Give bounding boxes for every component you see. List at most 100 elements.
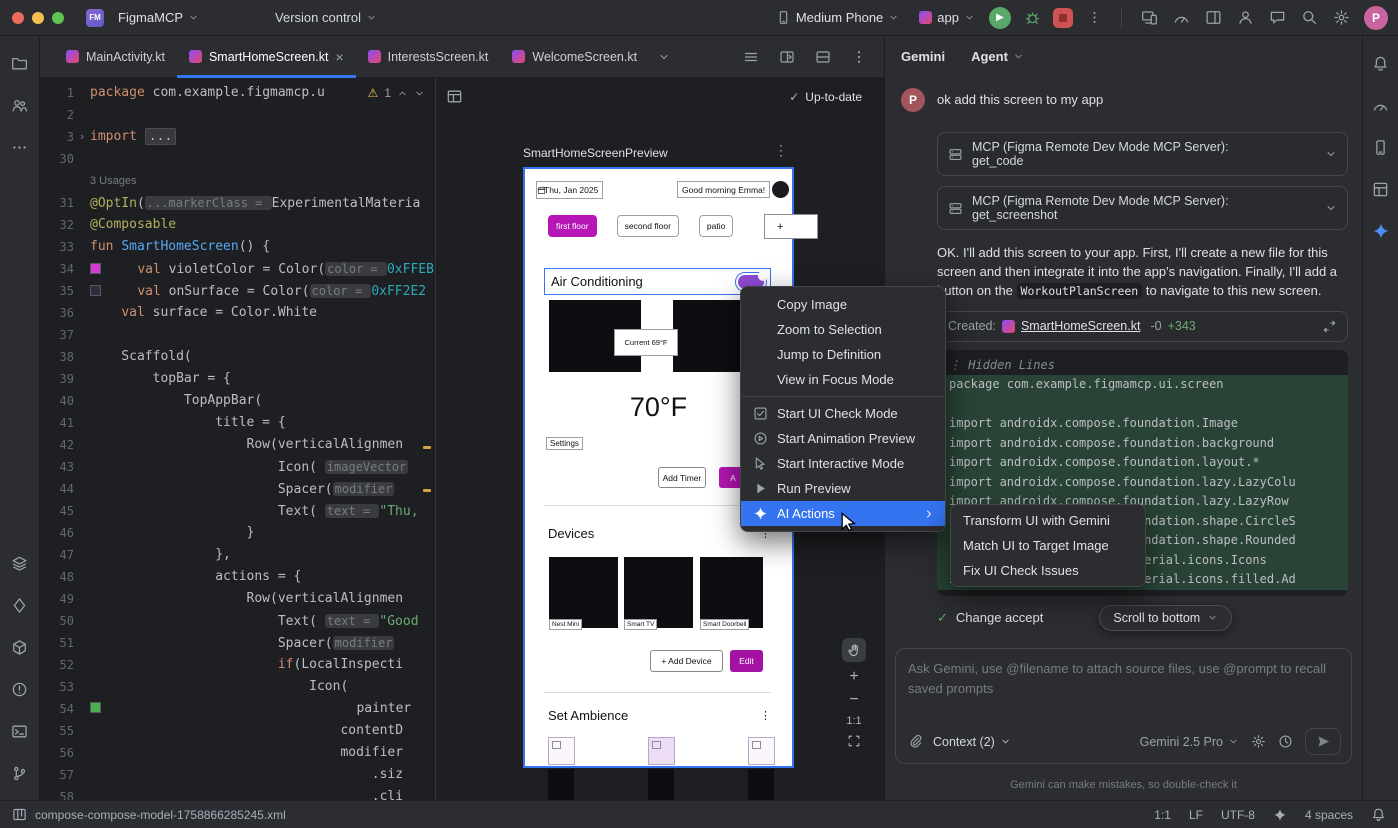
ambience-card[interactable] (648, 737, 675, 765)
device-tile[interactable] (624, 557, 693, 628)
more-h-icon[interactable] (7, 134, 33, 160)
profile-avatar-dot[interactable] (772, 181, 789, 198)
bell-icon[interactable] (1368, 50, 1394, 76)
menu-item-Jump to Definition[interactable]: Jump to Definition (741, 342, 945, 367)
project-selector[interactable]: FigmaMCP (112, 6, 205, 29)
scroll-to-bottom-button[interactable]: Scroll to bottom (1099, 605, 1232, 631)
notifications-icon[interactable] (1371, 807, 1386, 822)
account-icon[interactable] (1232, 5, 1258, 31)
split-right-icon[interactable] (774, 44, 800, 70)
color-swatch-icon[interactable] (90, 263, 101, 274)
zoom-ratio[interactable]: 1:1 (846, 715, 861, 727)
menu-item-Zoom to Selection[interactable]: Zoom to Selection (741, 317, 945, 342)
list-icon[interactable] (738, 44, 764, 70)
device-tile[interactable] (549, 557, 618, 628)
more-v-icon[interactable] (846, 44, 872, 70)
gear-icon[interactable] (1328, 5, 1354, 31)
code-editor[interactable]: 1package com.example.figmamcp.u23›import… (40, 78, 435, 800)
layout-cols-icon[interactable] (1200, 5, 1226, 31)
gemini-star-icon[interactable] (1368, 218, 1394, 244)
tool-call-card[interactable]: MCP (Figma Remote Dev Mode MCP Server): … (937, 186, 1348, 230)
expand-icon[interactable] (1325, 202, 1337, 214)
statusbar-encoding[interactable]: UTF-8 (1221, 808, 1255, 822)
vcs-icon[interactable] (7, 760, 33, 786)
more-actions-icon[interactable] (1081, 5, 1107, 31)
inspection-widget[interactable]: ⚠ 1 (368, 86, 425, 100)
fold-arrow-icon[interactable]: › (74, 126, 90, 148)
statusbar-line-ending[interactable]: LF (1189, 808, 1203, 822)
build-icon[interactable] (7, 634, 33, 660)
user-avatar[interactable]: P (1364, 6, 1388, 30)
model-selector[interactable]: Gemini 2.5 Pro (1140, 735, 1239, 749)
zoom-in-button[interactable]: + (849, 669, 858, 685)
menu-item-Run Preview[interactable]: Run Preview (741, 476, 945, 501)
warning-stripe-mark[interactable] (423, 446, 431, 449)
edit-button[interactable]: Edit (730, 650, 763, 672)
tool-call-card[interactable]: MCP (Figma Remote Dev Mode MCP Server): … (937, 132, 1348, 176)
gemini-settings-icon[interactable] (1251, 734, 1266, 749)
menu-item-Start UI Check Mode[interactable]: Start UI Check Mode (741, 401, 945, 426)
expand-icon[interactable] (1325, 148, 1337, 160)
gemini-prompt-input[interactable]: Ask Gemini, use @filename to attach sour… (908, 659, 1339, 698)
device-explorer-icon[interactable] (1368, 134, 1394, 160)
tab-InterestsScreen.kt[interactable]: InterestsScreen.kt (356, 36, 501, 77)
ambience-card[interactable] (748, 737, 775, 765)
submenu-item-Match UI to Target Image[interactable]: Match UI to Target Image (951, 533, 1145, 558)
menu-item-Start Animation Preview[interactable]: Start Animation Preview (741, 426, 945, 451)
vcs-widget[interactable]: Version control (269, 6, 383, 29)
layout-inspector-icon[interactable] (1368, 176, 1394, 202)
preview-layout-icon[interactable] (446, 88, 463, 105)
project-icon[interactable] (7, 50, 33, 76)
floor-chip[interactable]: second floor (617, 215, 679, 237)
air-conditioning-header[interactable]: Air Conditioning (544, 268, 771, 295)
pan-hand-icon[interactable] (842, 638, 866, 662)
maximize-window-icon[interactable] (52, 12, 64, 24)
tab-SmartHomeScreen.kt[interactable]: SmartHomeScreen.kt× (177, 36, 356, 77)
created-file-card[interactable]: Created: SmartHomeScreen.kt -0 +343 (937, 311, 1348, 342)
run-configuration-selector[interactable]: app (913, 6, 981, 29)
add-floor-chip[interactable]: + (764, 214, 818, 239)
device-mirror-icon[interactable] (1136, 5, 1162, 31)
ambience-card[interactable] (548, 737, 575, 765)
terminal-icon[interactable] (7, 718, 33, 744)
next-warning-icon[interactable] (414, 88, 425, 99)
menu-item-Start Interactive Mode[interactable]: Start Interactive Mode (741, 451, 945, 476)
floor-chip[interactable]: patio (699, 215, 733, 237)
statusbar-file[interactable]: compose-compose-model-1758866285245.xml (35, 808, 286, 822)
open-diff-icon[interactable] (1322, 319, 1337, 334)
submenu-item-Transform UI with Gemini[interactable]: Transform UI with Gemini (951, 508, 1145, 533)
created-file-link[interactable]: SmartHomeScreen.kt (1021, 319, 1140, 333)
history-icon[interactable] (1278, 734, 1293, 749)
warning-stripe-mark[interactable] (423, 489, 431, 492)
settings-label[interactable]: Settings (546, 437, 583, 450)
feedback-icon[interactable] (1264, 5, 1290, 31)
ambience-more-icon[interactable]: ⋮ (760, 709, 771, 722)
add-timer-button[interactable]: Add Timer (658, 467, 706, 488)
zoom-out-button[interactable]: − (849, 692, 858, 708)
device-tile[interactable] (700, 557, 763, 628)
prev-warning-icon[interactable] (397, 88, 408, 99)
attach-icon[interactable] (908, 734, 923, 749)
send-button[interactable] (1305, 728, 1341, 755)
search-icon[interactable] (1296, 5, 1322, 31)
zoom-to-fit-icon[interactable] (847, 734, 861, 748)
menu-item-View in Focus Mode[interactable]: View in Focus Mode (741, 367, 945, 392)
add-device-button[interactable]: + Add Device (650, 650, 723, 672)
floor-chip[interactable]: first floor (548, 215, 597, 237)
debug-button[interactable] (1019, 5, 1045, 31)
run-button[interactable]: ▶ (989, 7, 1011, 29)
gauge-icon[interactable] (1168, 5, 1194, 31)
preview-more-icon[interactable]: ⋮ (774, 142, 788, 159)
ai-assistant-icon[interactable] (1273, 808, 1287, 822)
close-window-icon[interactable] (12, 12, 24, 24)
gemini-input-container[interactable]: Ask Gemini, use @filename to attach sour… (895, 648, 1352, 764)
date-chip[interactable]: Thu, Jan 2025 (536, 181, 603, 199)
submenu-item-Fix UI Check Issues[interactable]: Fix UI Check Issues (951, 558, 1145, 583)
agent-tab[interactable]: Agent (971, 49, 1024, 64)
tab-MainActivity.kt[interactable]: MainActivity.kt (54, 36, 177, 77)
menu-item-Copy Image[interactable]: Copy Image (741, 292, 945, 317)
layers-icon[interactable] (7, 550, 33, 576)
insights-icon[interactable] (7, 592, 33, 618)
preview-title[interactable]: SmartHomeScreenPreview (523, 146, 668, 160)
color-swatch-icon[interactable] (90, 702, 101, 713)
